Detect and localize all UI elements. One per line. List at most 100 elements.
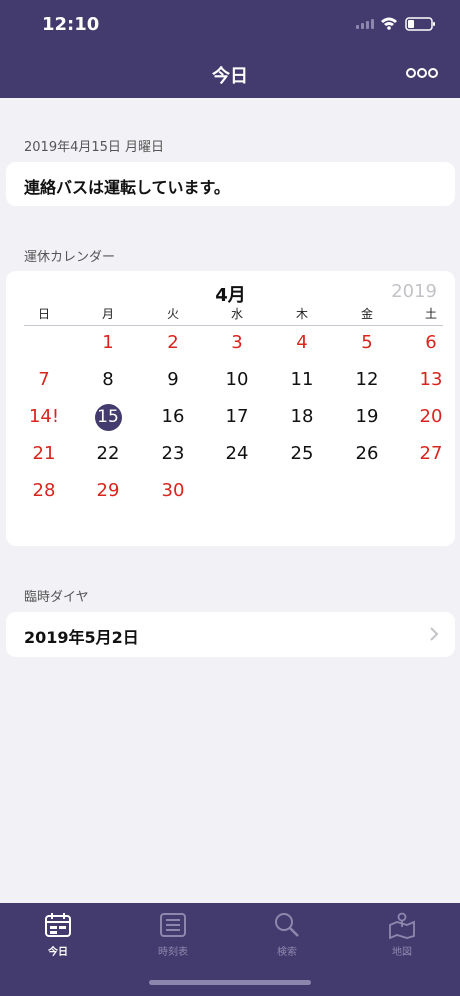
weekday-label: 金 (360, 307, 373, 321)
special-schedule-label: 臨時ダイヤ (24, 590, 89, 605)
status-time: 12:10 (42, 14, 100, 35)
calendar-year: 2019 (391, 281, 437, 302)
calendar-day[interactable]: 16 (153, 403, 193, 431)
calendar-day-number: 19 (355, 406, 379, 427)
calendar-day[interactable]: 19 (347, 403, 387, 431)
calendar-day[interactable]: 28 (24, 477, 64, 505)
calendar-day-number: 15 (94, 404, 122, 431)
today-date-label: 2019年4月15日 月曜日 (24, 140, 165, 155)
calendar-day[interactable]: 11 (282, 366, 322, 394)
calendar-day-number: 18 (290, 406, 314, 427)
tab-map[interactable]: 地図 (362, 911, 442, 958)
calendar-day[interactable]: 2 (153, 329, 193, 357)
header: 12:10 今日 (0, 0, 460, 98)
calendar-day[interactable]: 13 (411, 366, 451, 394)
search-icon (275, 913, 299, 937)
chevron-right-icon (429, 626, 439, 646)
calendar-day[interactable]: 8 (88, 366, 128, 394)
status-card: 連絡バスは運転しています。 (6, 162, 455, 206)
tab-today[interactable]: 今日 (18, 911, 98, 958)
home-indicator (149, 980, 311, 985)
calendar-day-number: 17 (225, 406, 249, 427)
calendar-day-number: 25 (290, 443, 314, 464)
tab-label: 今日 (48, 947, 68, 958)
calendar-day-number: 16 (161, 406, 185, 427)
page-title: 今日 (212, 66, 248, 87)
calendar-day[interactable]: 4 (282, 329, 322, 357)
tab-label: 時刻表 (158, 947, 188, 958)
calendar-month: 4月 (215, 285, 246, 306)
weekday-label: 土 (424, 307, 437, 321)
service-status-text: 連絡バスは運転しています。 (24, 178, 230, 197)
calendar-day-number: 22 (96, 443, 120, 464)
weekday-header: 日月火水木金土 (6, 305, 455, 325)
special-schedule-row[interactable]: 2019年5月2日 (6, 612, 455, 657)
tab-search[interactable]: 検索 (247, 911, 327, 958)
calendar-day[interactable]: 15 (88, 403, 128, 431)
calendar-day[interactable]: 14! (24, 403, 64, 431)
calendar-day[interactable]: 25 (282, 440, 322, 468)
calendar-day-number: 12 (355, 369, 379, 390)
calendar-day[interactable]: 27 (411, 440, 451, 468)
calendar-day-number: 4 (296, 332, 308, 353)
weekday-label: 日 (37, 307, 50, 321)
map-icon (389, 912, 415, 939)
more-button[interactable] (406, 62, 438, 84)
calendar-icon (45, 913, 71, 937)
weekday-label: 火 (166, 307, 179, 321)
calendar-day[interactable]: 3 (217, 329, 257, 357)
calendar-day[interactable]: 17 (217, 403, 257, 431)
battery-icon (405, 17, 435, 31)
calendar-day[interactable]: 23 (153, 440, 193, 468)
special-schedule-date: 2019年5月2日 (24, 628, 139, 647)
calendar-section-label: 運休カレンダー (24, 250, 116, 265)
calendar-day[interactable]: 18 (282, 403, 322, 431)
calendar-day-number: 23 (161, 443, 185, 464)
calendar-day-number: 21 (32, 443, 56, 464)
calendar-day[interactable]: 21 (24, 440, 64, 468)
calendar-day[interactable]: 24 (217, 440, 257, 468)
suspension-calendar: 4月 2019 日月火水木金土 1 2 3 4 5 6 7 8 9 10 11 12 13 14! 15 16… (6, 271, 455, 546)
calendar-day[interactable]: 12 (347, 366, 387, 394)
weekday-label: 木 (295, 307, 308, 321)
calendar-day-number: 7 (38, 369, 50, 390)
tab-label: 検索 (277, 947, 297, 958)
calendar-day-number: 30 (161, 480, 185, 501)
calendar-day-number: 8 (102, 369, 114, 390)
calendar-day-number: 5 (361, 332, 373, 353)
more-icon (406, 68, 438, 78)
calendar-day-number: 10 (225, 369, 249, 390)
calendar-day-number: 26 (355, 443, 379, 464)
signal-icon (356, 19, 374, 29)
calendar-day-number: 3 (231, 332, 243, 353)
calendar-day[interactable]: 6 (411, 329, 451, 357)
calendar-day-number: 2 (167, 332, 179, 353)
calendar-day-number: 28 (32, 480, 56, 501)
calendar-day-number: 11 (290, 369, 314, 390)
calendar-day-number: 13 (419, 369, 443, 390)
divider (24, 325, 443, 326)
calendar-day[interactable]: 7 (24, 366, 64, 394)
calendar-day-number: 9 (167, 369, 179, 390)
calendar-day[interactable]: 5 (347, 329, 387, 357)
calendar-day[interactable]: 1 (88, 329, 128, 357)
calendar-day[interactable]: 30 (153, 477, 193, 505)
calendar-day[interactable]: 22 (88, 440, 128, 468)
weekday-label: 月 (101, 307, 114, 321)
calendar-day[interactable]: 20 (411, 403, 451, 431)
calendar-day[interactable]: 10 (217, 366, 257, 394)
weekday-label: 水 (230, 307, 243, 321)
list-icon (160, 913, 186, 937)
calendar-day-number: 20 (419, 406, 443, 427)
calendar-day-number: 1 (102, 332, 114, 353)
calendar-day[interactable]: 29 (88, 477, 128, 505)
calendar-day[interactable]: 26 (347, 440, 387, 468)
status-icons (356, 16, 438, 36)
wifi-icon (381, 17, 397, 30)
tab-timetable[interactable]: 時刻表 (133, 911, 213, 958)
calendar-day-number: 14! (28, 406, 60, 427)
calendar-day-number: 27 (419, 443, 443, 464)
calendar-day-number: 24 (225, 443, 249, 464)
tab-label: 地図 (392, 947, 412, 958)
calendar-day[interactable]: 9 (153, 366, 193, 394)
